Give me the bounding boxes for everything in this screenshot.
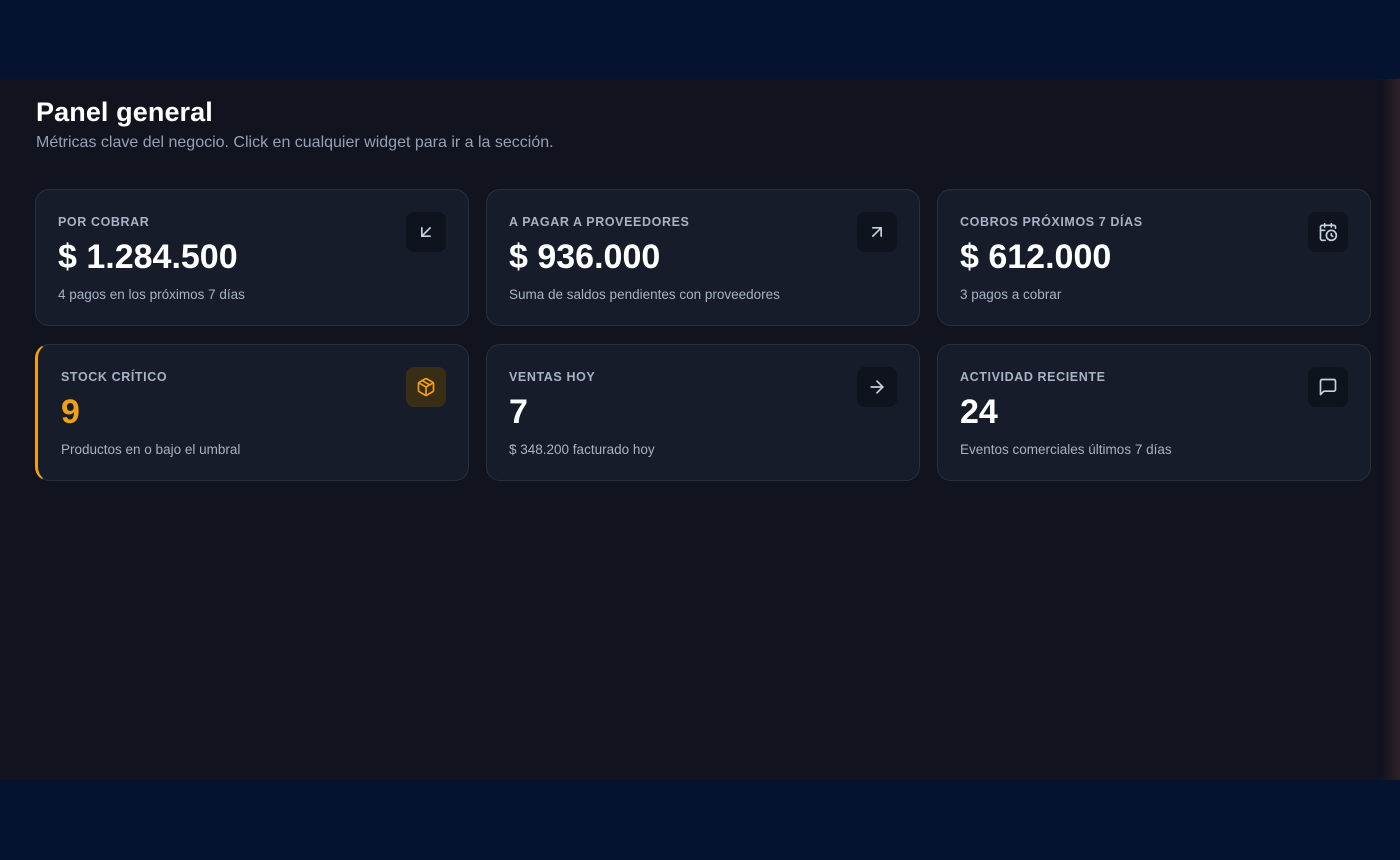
widget-label: POR COBRAR: [58, 215, 150, 229]
widget-label: COBROS PRÓXIMOS 7 DÍAS: [960, 215, 1143, 229]
page-subtitle: Métricas clave del negocio. Click en cua…: [36, 134, 554, 151]
widget-a-pagar-proveedores[interactable]: A PAGAR A PROVEEDORES $ 936.000 Suma de …: [486, 189, 920, 326]
widget-caption: Eventos comerciales últimos 7 días: [960, 442, 1172, 457]
widget-value: $ 936.000: [509, 238, 661, 276]
page-header: Panel general Métricas clave del negocio…: [36, 96, 554, 153]
edge-glow: [1382, 79, 1400, 780]
widget-por-cobrar[interactable]: POR COBRAR $ 1.284.500 4 pagos en los pr…: [35, 189, 469, 326]
package-icon: [406, 367, 446, 407]
widget-grid: POR COBRAR $ 1.284.500 4 pagos en los pr…: [35, 189, 1371, 481]
widget-value: 9: [61, 393, 80, 431]
widget-label: A PAGAR A PROVEEDORES: [509, 215, 690, 229]
widget-actividad-reciente[interactable]: ACTIVIDAD RECIENTE 24 Eventos comerciale…: [937, 344, 1371, 481]
widget-value: 7: [509, 393, 528, 431]
widget-ventas-hoy[interactable]: VENTAS HOY 7 $ 348.200 facturado hoy: [486, 344, 920, 481]
widget-value: $ 1.284.500: [58, 238, 238, 276]
calendar-clock-icon: [1308, 212, 1348, 252]
widget-value: $ 612.000: [960, 238, 1112, 276]
widget-cobros-proximos[interactable]: COBROS PRÓXIMOS 7 DÍAS $ 612.000 3 pagos…: [937, 189, 1371, 326]
widget-caption: Productos en o bajo el umbral: [61, 442, 241, 457]
widget-caption: 4 pagos en los próximos 7 días: [58, 287, 245, 302]
arrow-right-icon: [857, 367, 897, 407]
widget-caption: $ 348.200 facturado hoy: [509, 442, 655, 457]
widget-label: ACTIVIDAD RECIENTE: [960, 370, 1106, 384]
widget-label: STOCK CRÍTICO: [61, 370, 168, 384]
arrow-up-right-icon: [857, 212, 897, 252]
arrow-down-left-icon: [406, 212, 446, 252]
widget-stock-critico[interactable]: STOCK CRÍTICO 9 Productos en o bajo el u…: [35, 344, 469, 481]
widget-label: VENTAS HOY: [509, 370, 596, 384]
widget-caption: Suma de saldos pendientes con proveedore…: [509, 287, 780, 302]
widget-value: 24: [960, 393, 998, 431]
dashboard-panel: Panel general Métricas clave del negocio…: [0, 79, 1400, 780]
widget-caption: 3 pagos a cobrar: [960, 287, 1062, 302]
message-square-icon: [1308, 367, 1348, 407]
page-title: Panel general: [36, 97, 213, 127]
